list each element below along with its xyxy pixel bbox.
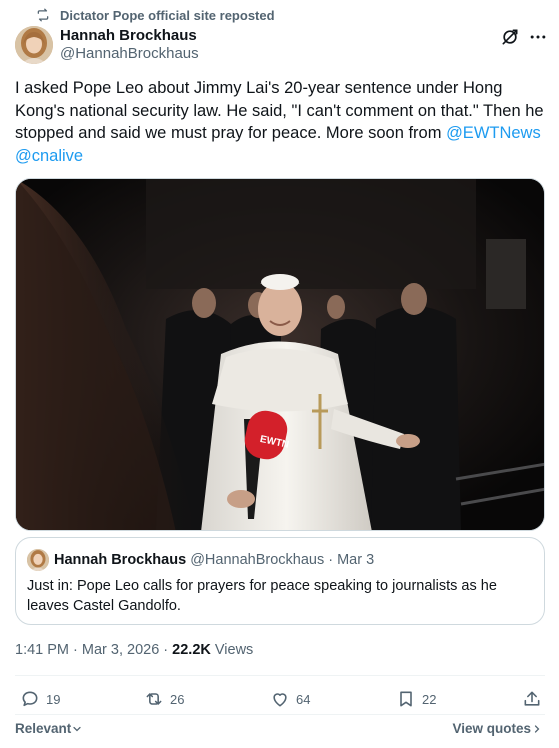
like-button[interactable]: 64 <box>270 688 310 710</box>
repost-button[interactable]: 26 <box>144 688 184 710</box>
view-quotes-link[interactable]: View quotes <box>452 721 543 736</box>
chevron-down-icon <box>73 726 81 731</box>
reply-count: 19 <box>46 691 61 707</box>
quoted-header: Hannah Brockhaus @HannahBrockhaus · Mar … <box>54 552 374 568</box>
quoted-text: Just in: Pope Leo calls for prayers for … <box>27 578 497 614</box>
share-button[interactable] <box>522 688 542 710</box>
view-quotes-label: View quotes <box>452 721 531 736</box>
views-label: Views <box>210 642 254 658</box>
bookmark-count: 22 <box>422 691 437 707</box>
chevron-right-icon <box>534 724 540 733</box>
grok-icon[interactable] <box>500 27 520 47</box>
repost-count: 26 <box>170 691 185 707</box>
repost-icon <box>37 8 49 22</box>
reply-button[interactable]: 19 <box>20 688 60 710</box>
views-count: 22.2K <box>172 642 211 658</box>
quoted-avatar[interactable] <box>27 549 49 571</box>
heart-icon <box>273 693 287 707</box>
tweet-timestamp: 1:41 PM · Mar 3, 2026 · 22.2K Views <box>15 642 253 658</box>
quoted-meta: @HannahBrockhaus · Mar 3 <box>190 552 375 568</box>
reply-icon <box>22 691 38 707</box>
avatar[interactable] <box>15 26 53 64</box>
mention-cnalive[interactable]: @cnalive <box>15 147 83 165</box>
sort-dropdown[interactable]: Relevant <box>15 721 83 736</box>
repost-label: Dictator Pope official site reposted <box>60 7 275 23</box>
author-handle[interactable]: @HannahBrockhaus <box>60 45 199 62</box>
author-name[interactable]: Hannah Brockhaus <box>60 27 197 44</box>
tweet-text: I asked Pope Leo about Jimmy Lai's 20-ye… <box>15 77 545 167</box>
quoted-tweet[interactable]: Hannah Brockhaus @HannahBrockhaus · Mar … <box>15 537 545 625</box>
bookmark-icon <box>400 691 412 707</box>
repost-indicator[interactable]: Dictator Pope official site reposted <box>37 7 275 23</box>
mention-ewtnews[interactable]: @EWTNews <box>446 124 541 142</box>
like-count: 64 <box>296 691 311 707</box>
quoted-author-name: Hannah Brockhaus <box>54 552 187 568</box>
tweet-photo[interactable]: EWTN <box>15 178 545 531</box>
sort-label: Relevant <box>15 721 72 736</box>
divider <box>15 675 545 676</box>
divider <box>15 714 545 715</box>
share-icon <box>524 691 540 706</box>
bookmark-button[interactable]: 22 <box>396 688 436 710</box>
repost-action-icon <box>146 693 162 705</box>
time-date[interactable]: 1:41 PM · Mar 3, 2026 · <box>15 642 172 658</box>
more-options-icon[interactable] <box>528 27 548 47</box>
